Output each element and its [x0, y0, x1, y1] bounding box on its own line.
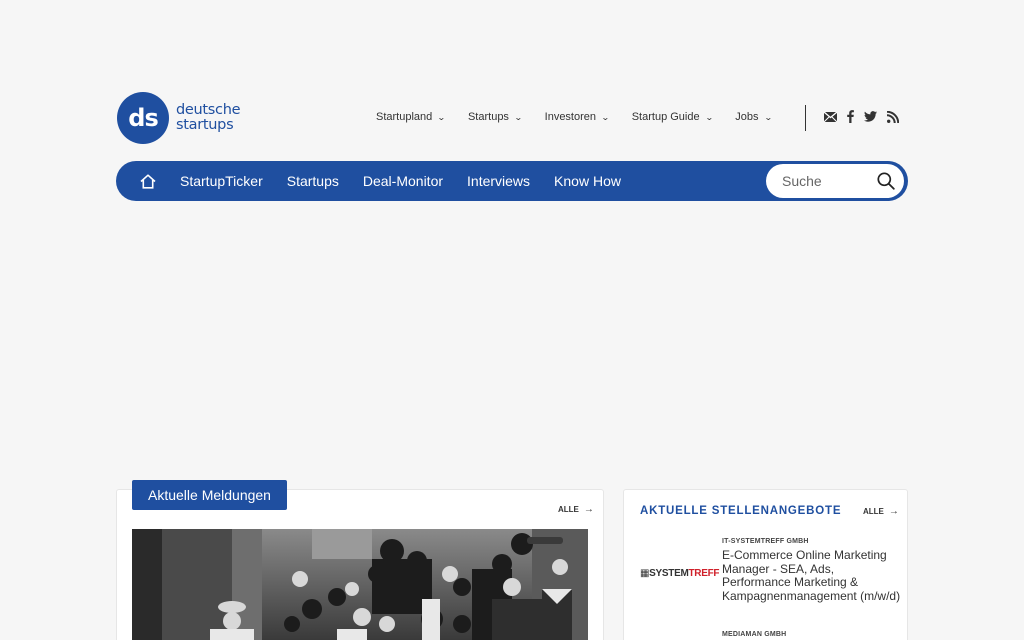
mail-icon[interactable]: [824, 111, 837, 122]
mainnav-startups[interactable]: Startups: [287, 173, 339, 189]
topnav-label: Startup Guide: [631, 111, 700, 123]
nav-divider: [805, 105, 806, 131]
jobs-section-title: AKTUELLE STELLENANGEBOTE: [640, 505, 842, 517]
logo-line-1: deutsche: [176, 102, 241, 118]
topnav-label: Investoren: [544, 111, 597, 123]
search-input[interactable]: [782, 173, 872, 189]
job-title-link[interactable]: E-Commerce Online Marketing Manager - SE…: [722, 548, 902, 603]
chevron-down-icon: ⌄: [763, 112, 773, 122]
topnav-startups[interactable]: Startups ⌄: [467, 111, 523, 123]
chevron-down-icon: ⌄: [601, 112, 610, 122]
home-icon[interactable]: [140, 173, 156, 189]
news-all-link[interactable]: ALLE →: [558, 504, 594, 515]
top-navigation: Startupland ⌄ Startups ⌄ Investoren ⌄ St…: [376, 111, 794, 123]
chevron-down-icon: ⌄: [704, 112, 714, 122]
topnav-investoren[interactable]: Investoren ⌄: [544, 111, 610, 123]
mainnav-know-how[interactable]: Know How: [554, 173, 621, 189]
topnav-label: Startups: [467, 111, 509, 123]
mainnav-startupticker[interactable]: StartupTicker: [180, 173, 263, 189]
social-links: [824, 110, 909, 123]
company-logo-text-a: SYSTEM: [649, 568, 689, 579]
logo-mark: ds: [117, 92, 169, 144]
news-teaser-image[interactable]: [132, 529, 588, 640]
topnav-label: Jobs: [735, 111, 759, 123]
site-logo[interactable]: ds deutsche startups: [117, 92, 241, 144]
company-logo-text-b: TREFF: [688, 568, 720, 579]
mainnav-deal-monitor[interactable]: Deal-Monitor: [363, 173, 443, 189]
job-company: IT-SYSTEMTREFF GMBH: [722, 538, 809, 545]
topnav-startup-guide[interactable]: Startup Guide ⌄: [631, 111, 714, 123]
company-logo: ▦SYSTEMTREFF: [640, 568, 720, 579]
mainnav-interviews[interactable]: Interviews: [467, 173, 530, 189]
topnav-label: Startupland: [376, 111, 433, 123]
job-company: MEDIAMAN GMBH: [722, 631, 787, 638]
grid-mark-icon: ▦: [640, 568, 650, 579]
logo-line-2: startups: [176, 117, 234, 133]
twitter-icon[interactable]: [864, 111, 877, 122]
rss-icon[interactable]: [887, 110, 899, 123]
all-link-label: ALLE: [558, 505, 579, 514]
chevron-down-icon: ⌄: [513, 112, 523, 122]
arrow-right-icon: →: [583, 504, 594, 515]
topnav-jobs[interactable]: Jobs ⌄: [735, 111, 773, 123]
jobs-all-link[interactable]: ALLE →: [863, 506, 899, 517]
search-icon[interactable]: [877, 172, 895, 190]
chevron-down-icon: ⌄: [437, 112, 446, 122]
main-navigation: StartupTicker Startups Deal-Monitor Inte…: [116, 161, 908, 201]
search-box: [766, 164, 904, 198]
news-section-badge: Aktuelle Meldungen: [132, 480, 287, 510]
all-link-label: ALLE: [863, 507, 884, 516]
topnav-startupland[interactable]: Startupland ⌄: [376, 111, 446, 123]
arrow-right-icon: →: [888, 506, 899, 517]
facebook-icon[interactable]: [847, 110, 854, 123]
press-photographers-photo: [132, 529, 588, 640]
logo-wordmark: deutsche startups: [176, 102, 241, 133]
